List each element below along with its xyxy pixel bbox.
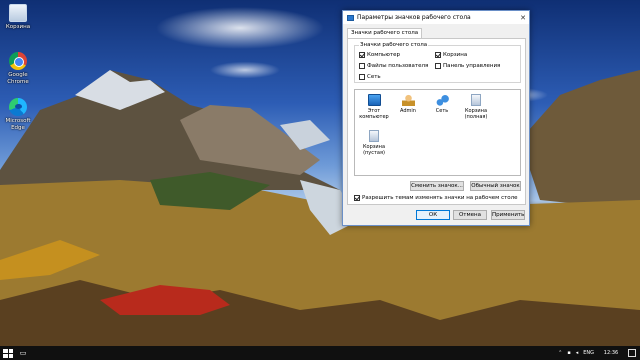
icon-preview-list: Этот компьютер Admin Сеть Корзина (полна…	[354, 89, 521, 176]
dialog-title: Параметры значков рабочего стола	[357, 14, 471, 21]
desktop-icon-label: Microsoft Edge	[5, 118, 31, 131]
tab-desktop-icons[interactable]: Значки рабочего стола	[347, 28, 423, 38]
windows-logo-icon	[3, 348, 8, 353]
desktop-icon-chrome[interactable]: Google Chrome	[0, 52, 36, 85]
list-item-label: Этот компьютер	[359, 108, 389, 120]
recycle-bin-empty-icon	[369, 130, 379, 142]
wallpaper-mountains	[0, 70, 640, 346]
checkbox-label: Разрешить темам изменять значки на рабоч…	[362, 195, 518, 201]
change-icon-button[interactable]: Сменить значок...	[410, 181, 464, 191]
dialog-titlebar[interactable]: Параметры значков рабочего стола ✕	[343, 11, 529, 24]
user-folder-icon	[401, 94, 415, 106]
edge-icon	[9, 98, 27, 116]
desktop-icon-settings-dialog: Параметры значков рабочего стола ✕ Значк…	[342, 10, 530, 226]
list-item-this-pc[interactable]: Этот компьютер	[359, 94, 389, 120]
ok-button[interactable]: ОК	[416, 210, 450, 220]
network-tray-icon[interactable]: ▪	[567, 350, 570, 356]
language-indicator[interactable]: ENG	[583, 350, 594, 356]
checkbox-label: Файлы пользователя	[367, 63, 429, 69]
cancel-button[interactable]: Отмена	[453, 210, 487, 220]
desktop-icon-recycle-bin[interactable]: Корзина	[0, 4, 36, 31]
taskbar-clock[interactable]: 12:36	[599, 350, 623, 356]
list-item-recycle-bin-full[interactable]: Корзина (полная)	[461, 94, 491, 120]
list-item-label: Сеть	[435, 108, 449, 114]
desktop-icon-edge[interactable]: Microsoft Edge	[0, 98, 36, 131]
group-label: Значки рабочего стола	[359, 42, 429, 48]
checkbox-checked[interactable]	[354, 195, 360, 201]
tray-overflow-icon[interactable]: ⌃	[558, 350, 562, 356]
list-item-label: Корзина (пустая)	[362, 144, 386, 156]
checkbox-label: Сеть	[367, 74, 381, 80]
recycle-bin-full-icon	[471, 94, 481, 106]
start-button[interactable]	[3, 348, 13, 358]
checkbox-checked[interactable]	[435, 52, 441, 58]
apply-button[interactable]: Применить	[491, 210, 525, 220]
checkbox-unchecked[interactable]	[435, 63, 441, 69]
checkbox-checked[interactable]	[359, 52, 365, 58]
checkbox-label: Корзина	[443, 52, 468, 58]
desktop-icons-group: Значки рабочего стола Компьютер Корзина …	[354, 42, 521, 83]
list-item-label: Admin	[400, 108, 416, 114]
tab-strip: Значки рабочего стола	[347, 28, 423, 38]
checkbox-label: Панель управления	[443, 63, 501, 69]
list-item-label: Корзина (полная)	[464, 108, 488, 120]
recycle-bin-icon	[9, 4, 27, 22]
desktop-wallpaper	[0, 0, 640, 346]
list-item-admin[interactable]: Admin	[393, 94, 423, 114]
checkbox-computer[interactable]: Компьютер	[359, 52, 400, 58]
checkbox-control-panel[interactable]: Панель управления	[435, 63, 500, 69]
chrome-icon	[9, 52, 27, 70]
checkbox-allow-themes[interactable]: Разрешить темам изменять значки на рабоч…	[354, 195, 518, 201]
checkbox-network[interactable]: Сеть	[359, 74, 381, 80]
computer-icon	[367, 94, 381, 106]
checkbox-label: Компьютер	[367, 52, 400, 58]
notifications-icon[interactable]	[628, 349, 636, 357]
checkbox-unchecked[interactable]	[359, 74, 365, 80]
settings-window-icon	[347, 14, 354, 21]
checkbox-user-files[interactable]: Файлы пользователя	[359, 63, 428, 69]
desktop-icon-label: Google Chrome	[7, 72, 29, 85]
volume-icon[interactable]: ◂	[576, 350, 579, 356]
list-item-recycle-bin-empty[interactable]: Корзина (пустая)	[359, 130, 389, 156]
close-button[interactable]: ✕	[517, 12, 529, 24]
checkbox-unchecked[interactable]	[359, 63, 365, 69]
system-tray: ⌃ ▪ ◂ ENG 12:36	[553, 349, 640, 357]
settings-taskbar-icon[interactable]: ▭	[17, 348, 29, 358]
desktop-icon-label: Корзина	[5, 24, 31, 30]
tab-panel: Значки рабочего стола Компьютер Корзина …	[347, 38, 526, 205]
taskbar: ▭ ⌃ ▪ ◂ ENG 12:36	[0, 346, 640, 360]
default-icon-button[interactable]: Обычный значок	[470, 181, 521, 191]
checkbox-recycle-bin[interactable]: Корзина	[435, 52, 467, 58]
list-item-network[interactable]: Сеть	[427, 94, 457, 114]
network-icon	[435, 94, 449, 106]
